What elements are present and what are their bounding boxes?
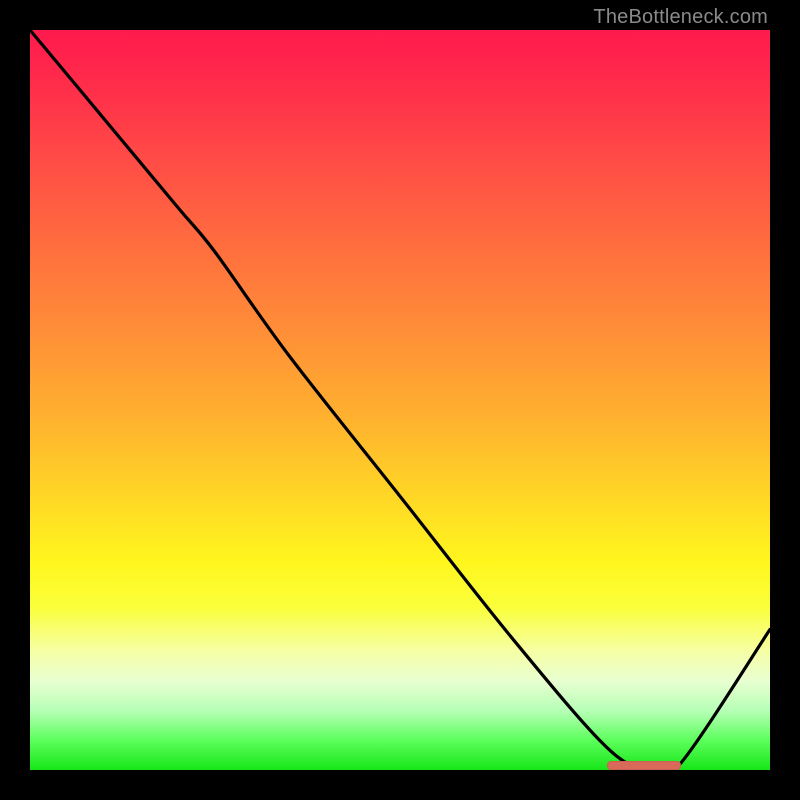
chart-frame: TheBottleneck.com — [0, 0, 800, 800]
attribution-text: TheBottleneck.com — [593, 6, 768, 29]
bottleneck-curve — [30, 30, 770, 770]
optimal-range-marker — [607, 761, 681, 770]
plot-area — [30, 30, 770, 770]
